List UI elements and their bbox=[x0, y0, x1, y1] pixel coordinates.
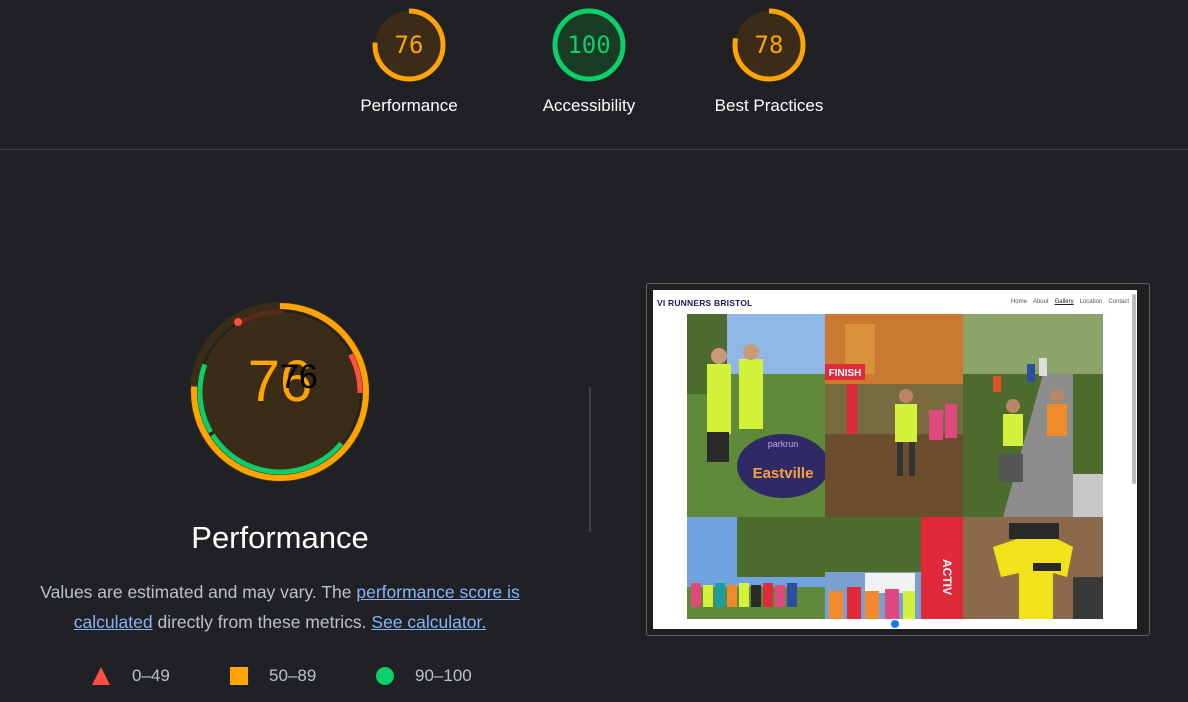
legend-fail: 0–49 bbox=[92, 666, 170, 686]
legend-pass-label: 90–100 bbox=[415, 666, 472, 685]
desc-text: directly from these metrics. bbox=[152, 612, 372, 632]
site-nav-gallery: Gallery bbox=[1054, 299, 1074, 305]
site-nav-home: Home bbox=[1010, 299, 1027, 305]
performance-title: Performance bbox=[191, 520, 369, 555]
eastville-text: Eastville bbox=[753, 465, 814, 482]
gauge-ring: 78 bbox=[732, 8, 806, 82]
site-nav: Home About Gallery Location Contact bbox=[1011, 299, 1129, 305]
gallery-photo bbox=[963, 314, 1103, 517]
performance-gauge: 76 76 bbox=[188, 300, 372, 484]
gallery-photo: ACTIV bbox=[825, 517, 963, 619]
site-nav-about: About bbox=[1032, 299, 1049, 305]
facebook-icon bbox=[891, 620, 899, 628]
gallery-photo: FINISH bbox=[825, 314, 963, 517]
gallery-photo bbox=[687, 517, 825, 619]
site-nav-location: Location bbox=[1079, 299, 1103, 305]
triangle-icon bbox=[92, 667, 110, 685]
legend-average: 50–89 bbox=[230, 666, 316, 686]
desc-text: Values are estimated and may vary. The bbox=[40, 582, 357, 602]
gauge-best-practices[interactable]: 78 Best Practices bbox=[689, 8, 849, 116]
scrollbar bbox=[1132, 294, 1136, 484]
score-value: 100 bbox=[567, 31, 611, 59]
gallery-photo: parkrun Eastville bbox=[687, 314, 825, 517]
site-nav-contact: Contact bbox=[1108, 299, 1129, 305]
gauge-label: Best Practices bbox=[714, 96, 824, 115]
gauge-ring: 76 bbox=[372, 8, 446, 82]
gauge-label: Accessibility bbox=[542, 96, 636, 115]
parkrun-text: parkrun bbox=[768, 439, 799, 449]
gauge-performance[interactable]: 76 Performance bbox=[329, 8, 489, 116]
screenshot-page: VI RUNNERS BRISTOL Home About Gallery Lo… bbox=[653, 290, 1137, 629]
circle-icon bbox=[376, 667, 394, 685]
performance-score-overlay: 76 bbox=[280, 358, 318, 396]
finish-text: FINISH bbox=[829, 368, 862, 379]
gauge-ring: 100 bbox=[552, 8, 626, 82]
gauge-label: Performance bbox=[360, 96, 458, 115]
square-icon bbox=[230, 667, 248, 685]
legend-pass: 90–100 bbox=[376, 666, 472, 686]
site-brand: VI RUNNERS BRISTOL bbox=[657, 298, 753, 308]
divider bbox=[589, 387, 591, 532]
legend-fail-label: 0–49 bbox=[132, 666, 170, 685]
photo-gallery: parkrun Eastville FINISH ACTIV bbox=[687, 314, 1103, 619]
score-summary: 76 Performance 100 Accessibility 78 Best… bbox=[0, 0, 1188, 150]
gallery-photo bbox=[963, 517, 1103, 619]
performance-description: Values are estimated and may vary. The p… bbox=[20, 577, 540, 637]
score-value: 78 bbox=[754, 31, 784, 59]
score-value: 76 bbox=[394, 31, 424, 59]
final-screenshot[interactable]: VI RUNNERS BRISTOL Home About Gallery Lo… bbox=[646, 283, 1150, 636]
activ-text: ACTIV bbox=[940, 559, 954, 595]
legend-average-label: 50–89 bbox=[269, 666, 317, 685]
calculator-link[interactable]: See calculator. bbox=[371, 612, 486, 632]
gauge-accessibility[interactable]: 100 Accessibility bbox=[509, 8, 669, 116]
